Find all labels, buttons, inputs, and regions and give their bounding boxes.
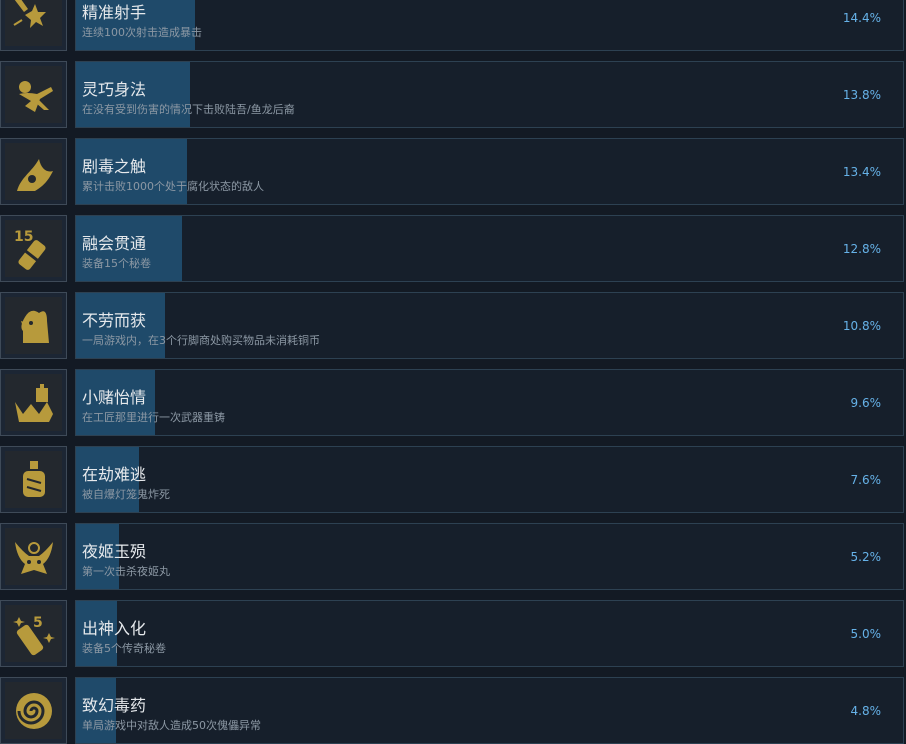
achievement-title: 致幻毒药	[82, 696, 147, 715]
achievement-title: 在劫难逃	[82, 465, 147, 484]
achievement-icon-frame	[0, 523, 67, 590]
achievement-description: 连续100次射击造成暴击	[82, 26, 202, 39]
achievement-panel: 剧毒之触累计击败1000个处于腐化状态的敌人 13.4%	[75, 138, 904, 205]
achievement-icon-frame	[0, 292, 67, 359]
demon-mask-icon	[5, 528, 62, 585]
unlock-percentage: 5.2%	[850, 550, 882, 564]
scroll-5-icon: 5	[5, 605, 62, 662]
achievement-title: 出神入化	[82, 619, 147, 638]
achievement-icon-frame	[0, 446, 67, 513]
achievement-title: 夜姬玉殒	[82, 542, 147, 561]
unlock-percentage: 10.8%	[842, 319, 881, 333]
unlock-percentage: 4.8%	[850, 704, 882, 718]
achievement-title: 不劳而获	[82, 311, 147, 330]
dodging-figure-icon	[5, 66, 62, 123]
achievement-panel: 在劫难逃被自爆灯笼鬼炸死 7.6%	[75, 446, 904, 513]
unlock-percentage: 12.8%	[842, 242, 881, 256]
venom-claw-icon	[5, 143, 62, 200]
achievement-description: 装备15个秘卷	[82, 257, 151, 270]
achievement-list: 精准射手连续100次射击造成暴击 14.4% 灵巧身法在没有受到伤害的情况下击败陆吾…	[0, 0, 906, 744]
achievement-row[interactable]: 不劳而获一局游戏内，在3个行脚商处购买物品未消耗铜币 10.8%	[0, 292, 906, 359]
achievement-icon-frame	[0, 0, 67, 51]
unlock-percentage: 13.4%	[842, 165, 881, 179]
rooster-icon	[5, 297, 62, 354]
achievement-title: 小赌怡情	[82, 388, 147, 407]
achievement-panel: 小赌怡情在工匠那里进行一次武器重铸 9.6%	[75, 369, 904, 436]
achievement-icon-frame	[0, 369, 67, 436]
burst-shot-icon	[5, 0, 62, 46]
achievement-panel: 不劳而获一局游戏内，在3个行脚商处购买物品未消耗铜币 10.8%	[75, 292, 904, 359]
achievement-panel: 致幻毒药单局游戏中对敌人造成50次傀儡异常 4.8%	[75, 677, 904, 744]
unlock-percentage: 5.0%	[850, 627, 882, 641]
unlock-percentage: 9.6%	[850, 396, 882, 410]
achievement-row[interactable]: 小赌怡情在工匠那里进行一次武器重铸 9.6%	[0, 369, 906, 436]
achievement-title: 精准射手	[82, 3, 147, 22]
achievement-description: 累计击败1000个处于腐化状态的敌人	[82, 180, 264, 193]
achievement-icon-frame: 15	[0, 215, 67, 282]
achievement-description: 第一次击杀夜姬丸	[82, 565, 170, 578]
achievement-title: 灵巧身法	[82, 80, 147, 99]
achievement-description: 在没有受到伤害的情况下击败陆吾/鱼龙后裔	[82, 103, 295, 116]
achievement-row[interactable]: 灵巧身法在没有受到伤害的情况下击败陆吾/鱼龙后裔 13.8%	[0, 61, 906, 128]
achievement-row[interactable]: 5 出神入化装备5个传奇秘卷 5.0%	[0, 600, 906, 667]
achievement-panel: 出神入化装备5个传奇秘卷 5.0%	[75, 600, 904, 667]
achievement-description: 在工匠那里进行一次武器重铸	[82, 411, 225, 424]
spiral-icon	[5, 682, 62, 739]
unlock-percentage: 13.8%	[842, 88, 881, 102]
achievement-row[interactable]: 致幻毒药单局游戏中对敌人造成50次傀儡异常 4.8%	[0, 677, 906, 744]
achievement-description: 单局游戏中对敌人造成50次傀儡异常	[82, 719, 261, 732]
svg-text:5: 5	[33, 615, 43, 631]
achievement-row[interactable]: 精准射手连续100次射击造成暴击 14.4%	[0, 0, 906, 51]
lantern-icon	[5, 451, 62, 508]
achievement-description: 一局游戏内，在3个行脚商处购买物品未消耗铜币	[82, 334, 320, 347]
achievement-row[interactable]: 在劫难逃被自爆灯笼鬼炸死 7.6%	[0, 446, 906, 513]
svg-text:15: 15	[14, 229, 33, 245]
achievement-description: 装备5个传奇秘卷	[82, 642, 166, 655]
scroll-15-icon: 15	[5, 220, 62, 277]
achievement-title: 融会贯通	[82, 234, 147, 253]
unlock-percentage: 7.6%	[850, 473, 882, 487]
achievement-panel: 灵巧身法在没有受到伤害的情况下击败陆吾/鱼龙后裔 13.8%	[75, 61, 904, 128]
achievement-title: 剧毒之触	[82, 157, 147, 176]
achievement-row[interactable]: 夜姬玉殒第一次击杀夜姬丸 5.2%	[0, 523, 906, 590]
achievement-icon-frame	[0, 677, 67, 744]
achievement-panel: 融会贯通装备15个秘卷 12.8%	[75, 215, 904, 282]
unlock-percentage: 14.4%	[842, 11, 881, 25]
achievement-icon-frame: 5	[0, 600, 67, 667]
achievement-description: 被自爆灯笼鬼炸死	[82, 488, 170, 501]
achievement-row[interactable]: 剧毒之触累计击败1000个处于腐化状态的敌人 13.4%	[0, 138, 906, 205]
achievement-panel: 精准射手连续100次射击造成暴击 14.4%	[75, 0, 904, 51]
achievement-icon-frame	[0, 61, 67, 128]
achievement-icon-frame	[0, 138, 67, 205]
achievement-panel: 夜姬玉殒第一次击杀夜姬丸 5.2%	[75, 523, 904, 590]
anvil-crown-icon	[5, 374, 62, 431]
achievement-row[interactable]: 15 融会贯通装备15个秘卷 12.8%	[0, 215, 906, 282]
